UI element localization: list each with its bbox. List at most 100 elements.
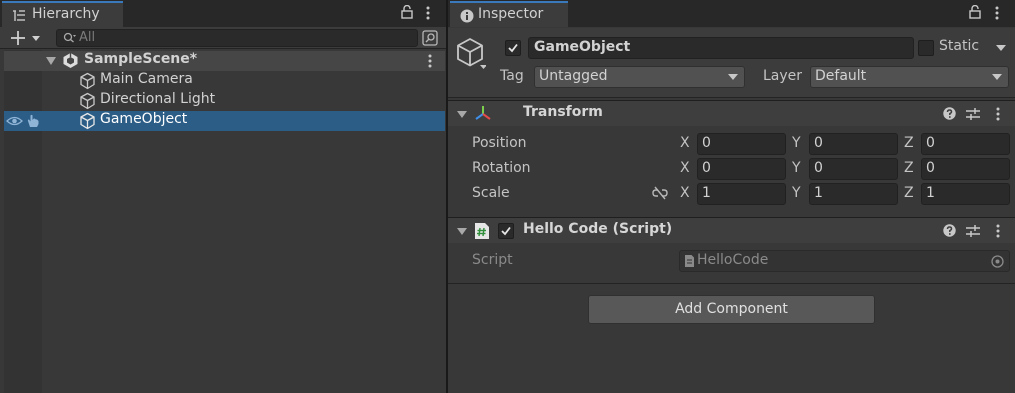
axis-y-label: Y [792, 185, 801, 201]
inspector-tab-label: Inspector [478, 6, 544, 22]
search-placeholder: All [79, 30, 96, 45]
layer-label: Layer [763, 68, 803, 84]
script-field-label: Script [472, 252, 513, 268]
script-component-title: Hello Code (Script) [523, 221, 673, 237]
lock-icon[interactable] [401, 5, 413, 19]
info-icon [460, 9, 474, 23]
axis-x-label: X [680, 135, 690, 151]
foldout-arrow-icon[interactable] [46, 56, 56, 66]
unlink-icon[interactable] [652, 186, 668, 200]
preset-sliders-icon[interactable] [966, 224, 980, 238]
transform-header[interactable]: Transform [448, 100, 1015, 126]
chevron-down-icon [992, 74, 1002, 81]
hierarchy-tab-label: Hierarchy [32, 6, 100, 22]
eye-icon[interactable] [6, 114, 23, 128]
scale-z-field[interactable]: 1 [921, 183, 1010, 205]
hierarchy-item-label: GameObject [100, 111, 188, 127]
scene-name: SampleScene* [84, 51, 198, 67]
add-component-button[interactable]: Add Component [588, 295, 875, 324]
script-field-value: HelloCode [697, 252, 769, 268]
hierarchy-list-icon [12, 10, 26, 22]
foldout-arrow-icon[interactable] [457, 110, 467, 119]
kebab-menu-icon[interactable] [995, 107, 1001, 121]
hierarchy-item-main-camera[interactable]: Main Camera [4, 71, 445, 91]
static-dropdown-arrow-icon[interactable] [996, 44, 1006, 52]
rotation-x-field[interactable]: 0 [697, 158, 786, 180]
object-name-value: GameObject [534, 39, 631, 55]
script-object-field[interactable]: HelloCode [679, 250, 1010, 272]
scene-menu-icon[interactable] [427, 54, 433, 68]
gameobject-cube-icon [79, 92, 96, 110]
chevron-down-icon [728, 74, 738, 81]
scale-label: Scale [472, 185, 510, 201]
gameobject-cube-icon [79, 112, 96, 130]
object-picker-icon[interactable] [991, 255, 1004, 268]
inspector-panel: Inspector GameObject Static Tag Untagged… [448, 0, 1015, 393]
position-label: Position [472, 135, 527, 151]
foldout-arrow-icon[interactable] [457, 227, 467, 236]
tag-dropdown[interactable]: Untagged [534, 66, 745, 88]
preset-sliders-icon[interactable] [966, 107, 980, 121]
rotation-y-value: 0 [814, 160, 823, 176]
axis-z-label: Z [904, 160, 914, 176]
tab-hierarchy[interactable]: Hierarchy [2, 1, 123, 27]
tab-inspector[interactable]: Inspector [450, 1, 568, 27]
axis-x-label: X [680, 160, 690, 176]
script-enabled-checkbox[interactable] [498, 223, 514, 239]
hierarchy-item-directional-light[interactable]: Directional Light [4, 91, 445, 111]
hierarchy-item-label: Main Camera [100, 71, 193, 87]
create-dropdown-button[interactable] [10, 30, 44, 46]
script-file-icon [474, 222, 490, 240]
transform-title: Transform [523, 104, 603, 120]
object-name-field[interactable]: GameObject [528, 37, 914, 59]
tag-value: Untagged [539, 68, 608, 84]
gameobject-cube-icon [79, 72, 96, 90]
component-divider [448, 283, 1015, 284]
kebab-menu-icon[interactable] [995, 224, 1001, 238]
axis-z-label: Z [904, 135, 914, 151]
help-icon[interactable] [943, 224, 956, 237]
kebab-menu-icon[interactable] [425, 6, 431, 20]
scale-x-field[interactable]: 1 [697, 183, 786, 205]
position-z-value: 0 [926, 135, 935, 151]
position-y-value: 0 [814, 135, 823, 151]
add-component-label: Add Component [675, 301, 788, 317]
script-component-header[interactable]: Hello Code (Script) [448, 217, 1015, 243]
position-z-field[interactable]: 0 [921, 133, 1010, 155]
hierarchy-item-gameobject[interactable]: GameObject [4, 111, 445, 131]
rotation-z-value: 0 [926, 160, 935, 176]
axis-z-label: Z [904, 185, 914, 201]
scene-visibility-icon[interactable] [422, 30, 438, 46]
rotation-z-field[interactable]: 0 [921, 158, 1010, 180]
scale-y-value: 1 [814, 185, 823, 201]
scale-y-field[interactable]: 1 [809, 183, 898, 205]
hierarchy-search-input[interactable]: All [56, 29, 418, 47]
hierarchy-panel: Hierarchy All SampleScene* Main Camera D… [0, 0, 446, 393]
transform-axes-icon [474, 105, 492, 121]
kebab-menu-icon[interactable] [994, 6, 1000, 20]
rotation-x-value: 0 [702, 160, 711, 176]
axis-y-label: Y [792, 160, 801, 176]
search-icon [63, 32, 77, 44]
tag-label: Tag [500, 68, 524, 84]
layer-value: Default [815, 68, 867, 84]
static-label: Static [939, 38, 980, 54]
scene-unity-icon [62, 52, 79, 69]
position-y-field[interactable]: 0 [809, 133, 898, 155]
active-checkbox[interactable] [505, 40, 521, 56]
script-file-icon [684, 254, 695, 268]
help-icon[interactable] [943, 107, 956, 120]
layer-dropdown[interactable]: Default [810, 66, 1009, 88]
position-x-field[interactable]: 0 [697, 133, 786, 155]
gameobject-cube-icon[interactable] [456, 37, 486, 71]
lock-icon[interactable] [969, 5, 981, 19]
hierarchy-item-label: Directional Light [100, 91, 216, 107]
axis-x-label: X [680, 185, 690, 201]
hand-pick-icon[interactable] [25, 113, 41, 129]
rotation-label: Rotation [472, 160, 531, 176]
static-checkbox[interactable] [918, 40, 934, 56]
axis-y-label: Y [792, 135, 801, 151]
position-x-value: 0 [702, 135, 711, 151]
scale-x-value: 1 [702, 185, 711, 201]
rotation-y-field[interactable]: 0 [809, 158, 898, 180]
